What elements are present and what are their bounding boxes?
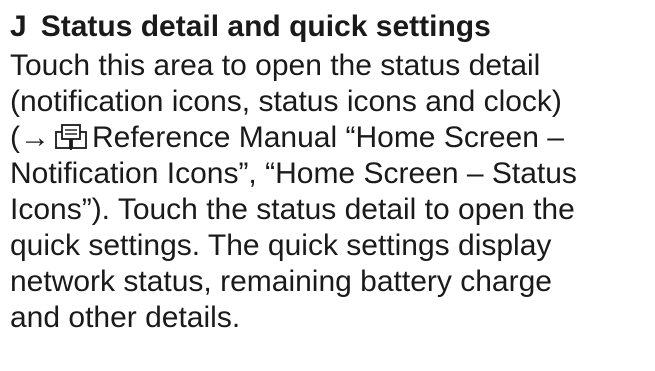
body-line-6: quick settings. The quick settings displ… (10, 229, 552, 262)
open-paren: ( (10, 121, 20, 154)
body-line-5: Icons”). Touch the status detail to open… (10, 193, 575, 226)
section-heading: J Status detail and quick settings (10, 8, 491, 46)
previous-text-clipped (0, 0, 655, 4)
reference-manual-text: Reference Manual “Home Screen – (92, 121, 564, 154)
section-title: Status detail and quick settings (40, 10, 491, 43)
body-line-4: Notification Icons”, “Home Screen – Stat… (10, 157, 577, 190)
body-line-1: Touch this area to open the status detai… (10, 49, 541, 82)
arrow-icon: → (20, 121, 50, 154)
body-line-8: and other details. (10, 301, 241, 334)
clipped-line-fragment (10, 0, 18, 4)
manual-book-icon (54, 123, 88, 153)
section-body: Touch this area to open the status detai… (10, 48, 650, 336)
body-line-3: (→ Reference Manual “Home Screen – (10, 120, 650, 156)
body-line-2: (notification icons, status icons and cl… (10, 85, 562, 118)
section-letter: J (10, 10, 27, 43)
body-line-7: network status, remaining battery charge (10, 265, 552, 298)
